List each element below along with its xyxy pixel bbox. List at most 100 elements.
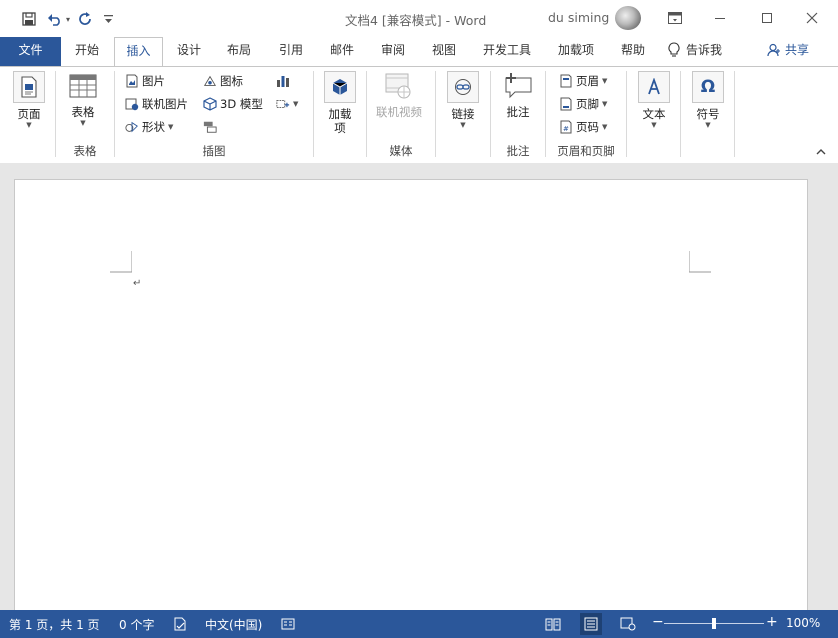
pages-label: 页面	[17, 107, 41, 121]
maximize-button[interactable]	[757, 8, 777, 28]
icons-label: 图标	[220, 74, 243, 88]
text-icon	[638, 71, 670, 103]
avatar[interactable]	[615, 6, 641, 30]
customize-qat-button[interactable]	[100, 9, 116, 29]
cube-icon	[203, 97, 217, 111]
minimize-button[interactable]	[710, 8, 730, 28]
store-icon	[324, 71, 356, 103]
tab-mailings[interactable]: 邮件	[321, 37, 363, 66]
share-label: 共享	[785, 43, 810, 57]
comment-button[interactable]: 批注	[503, 71, 533, 119]
chart-icon	[276, 74, 290, 88]
quick-access-toolbar: ▾	[18, 9, 116, 29]
tab-insert[interactable]: 插入	[114, 37, 163, 67]
redo-button[interactable]	[74, 9, 96, 29]
zoom-out-button[interactable]: −	[652, 614, 664, 630]
pages-button[interactable]: 页面 ▼	[13, 71, 45, 130]
group-label-header-footer: 页眉和页脚	[557, 144, 615, 158]
close-button[interactable]	[802, 8, 822, 28]
tab-review[interactable]: 审阅	[372, 37, 414, 66]
tell-me-box[interactable]: 告诉我	[668, 41, 722, 58]
ribbon-insert: 页面 ▼ 表格 ▼ 表格 图片 联机图片 形状 ▼ 图标 3D 模型 ▼ 插图 …	[0, 66, 838, 164]
table-button[interactable]: 表格 ▼	[68, 71, 98, 128]
ribbon-display-options-button[interactable]	[665, 8, 685, 28]
svg-text:#: #	[563, 125, 569, 133]
document-page[interactable]: ↵	[14, 179, 808, 610]
icons-button[interactable]: 图标	[203, 72, 243, 90]
header-dropdown-icon: ▼	[602, 76, 608, 85]
web-layout-icon[interactable]	[620, 616, 636, 632]
macro-recording-icon[interactable]	[280, 616, 296, 632]
zoom-slider-thumb[interactable]	[712, 618, 716, 629]
footer-label: 页脚	[576, 97, 599, 111]
zoom-level[interactable]: 100%	[786, 616, 820, 630]
minimize-icon	[715, 18, 725, 19]
group-separator	[734, 71, 735, 157]
zoom-slider[interactable]	[664, 618, 764, 629]
online-video-button[interactable]: 联机视频	[376, 71, 422, 119]
addins-label-line2: 项	[334, 121, 346, 135]
maximize-icon	[762, 13, 772, 23]
footer-button[interactable]: 页脚 ▼	[559, 95, 607, 113]
ribbon-tab-bar: 文件 开始 插入 设计 布局 引用 邮件 审阅 视图 开发工具 加载项 帮助 告…	[0, 37, 838, 67]
addins-button[interactable]: 加载 项	[324, 71, 356, 135]
collapse-ribbon-button[interactable]	[816, 147, 826, 158]
status-bar: 第 1 页，共 1 页 0 个字 中文(中国) − + 100%	[0, 610, 838, 638]
text-button[interactable]: 文本 ▼	[638, 71, 670, 130]
online-picture-button[interactable]: 联机图片	[125, 95, 188, 113]
document-workspace[interactable]: ↵	[0, 163, 838, 610]
tab-references[interactable]: 引用	[270, 37, 312, 66]
undo-dropdown-icon[interactable]: ▾	[66, 15, 70, 24]
group-separator	[313, 71, 314, 157]
read-mode-icon[interactable]	[545, 616, 561, 632]
tab-help[interactable]: 帮助	[612, 37, 654, 66]
symbols-label: 符号	[696, 107, 720, 121]
comment-icon	[503, 71, 533, 101]
screenshot-button[interactable]: ▼	[276, 95, 298, 113]
link-icon	[447, 71, 479, 103]
group-label-illustrations: 插图	[202, 144, 226, 158]
tab-file[interactable]: 文件	[0, 37, 61, 66]
ribbon-display-icon	[668, 12, 682, 24]
screenshot-icon	[276, 97, 290, 111]
tab-view[interactable]: 视图	[423, 37, 465, 66]
zoom-in-button[interactable]: +	[766, 614, 778, 630]
icons-icon	[203, 74, 217, 88]
tab-developer[interactable]: 开发工具	[474, 37, 540, 66]
share-button[interactable]: 共享	[767, 41, 809, 58]
online-video-icon	[384, 71, 414, 101]
group-separator	[626, 71, 627, 157]
text-dropdown-icon: ▼	[651, 121, 657, 129]
links-button[interactable]: 链接 ▼	[447, 71, 479, 130]
text-label: 文本	[642, 107, 666, 121]
proofing-icon[interactable]	[172, 616, 188, 632]
links-label: 链接	[451, 107, 475, 121]
print-layout-icon[interactable]	[580, 613, 602, 635]
save-icon	[22, 12, 36, 26]
group-separator	[435, 71, 436, 157]
word-count[interactable]: 0 个字	[119, 616, 154, 633]
tab-addins[interactable]: 加载项	[549, 37, 603, 66]
chart-button[interactable]	[276, 72, 290, 90]
smartart-button[interactable]	[203, 118, 217, 136]
comment-label: 批注	[506, 105, 530, 119]
footer-dropdown-icon: ▼	[602, 99, 608, 108]
group-label-comments: 批注	[506, 144, 530, 158]
save-button[interactable]	[18, 9, 40, 29]
language[interactable]: 中文(中国)	[205, 616, 262, 633]
table-label: 表格	[71, 105, 95, 119]
tab-home[interactable]: 开始	[66, 37, 108, 66]
shapes-icon	[125, 120, 139, 134]
header-icon	[559, 74, 573, 88]
user-name[interactable]: du siming	[548, 10, 609, 25]
symbols-button[interactable]: Ω 符号 ▼	[692, 71, 724, 130]
tab-design[interactable]: 设计	[168, 37, 210, 66]
shapes-button[interactable]: 形状 ▼	[125, 118, 173, 136]
tab-layout[interactable]: 布局	[218, 37, 260, 66]
picture-button[interactable]: 图片	[125, 72, 165, 90]
page-number-button[interactable]: # 页码 ▼	[559, 118, 607, 136]
page-count[interactable]: 第 1 页，共 1 页	[9, 616, 100, 633]
undo-button[interactable]	[44, 9, 66, 29]
header-button[interactable]: 页眉 ▼	[559, 72, 607, 90]
3d-models-button[interactable]: 3D 模型	[203, 95, 263, 113]
